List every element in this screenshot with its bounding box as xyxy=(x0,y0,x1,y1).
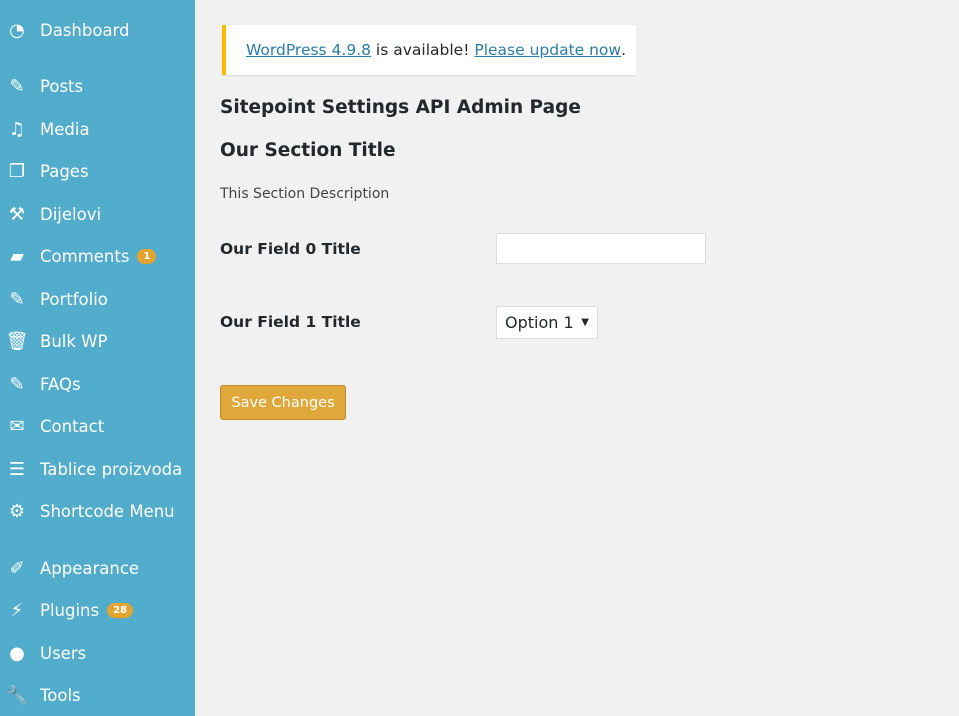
sidebar-item-label: Bulk WP xyxy=(40,331,108,351)
sidebar-item-label: Users xyxy=(40,643,87,663)
hammer-icon: ⚒ xyxy=(8,203,26,225)
admin-sidebar: ◔ Dashboard ✎ Posts ♫ Media ❐ Pages ⚒ Dijelovi ▰ Co… xyxy=(0,0,195,716)
field-1-selected: Option 1 xyxy=(505,313,574,332)
sidebar-item-label: Tablice proizvoda xyxy=(40,459,183,479)
dropdown-arrow-icon: ▼ xyxy=(581,317,589,328)
update-notice: WordPress 4.9.8 is available! Please upd… xyxy=(222,25,636,75)
field-0-input[interactable] xyxy=(496,233,706,264)
field-1-select[interactable]: Option 1 ▼ xyxy=(496,306,598,339)
sidebar-item-posts[interactable]: ✎ Posts xyxy=(0,69,195,103)
sidebar-item-label: Contact xyxy=(40,416,105,436)
brush-icon: ✐ xyxy=(9,557,25,579)
trash-icon: 🗑 xyxy=(5,330,29,352)
sidebar-item-label: Portfolio xyxy=(40,289,108,309)
sidebar-item-label: FAQs xyxy=(40,374,81,394)
sidebar-item-label: Dashboard xyxy=(40,20,130,40)
user-icon: ● xyxy=(9,642,25,664)
pin-icon: ✎ xyxy=(9,288,25,310)
sidebar-item-label: Appearance xyxy=(40,558,140,578)
sidebar-item-label: Comments xyxy=(40,246,130,266)
sidebar-item-pages[interactable]: ❐ Pages xyxy=(0,154,195,188)
pages-icon: ❐ xyxy=(8,160,26,182)
sidebar-item-appearance[interactable]: ✐ Appearance xyxy=(0,551,195,585)
wrench-icon: 🔧 xyxy=(5,684,29,706)
pin-icon: ✎ xyxy=(9,373,25,395)
plugin-icon: ⚡ xyxy=(10,599,24,621)
sidebar-item-comments[interactable]: ▰ Comments 1 xyxy=(0,239,195,273)
sidebar-item-bulk-wp[interactable]: 🗑 Bulk WP xyxy=(0,324,195,358)
sidebar-item-label: Media xyxy=(40,119,90,139)
page-title: Sitepoint Settings API Admin Page xyxy=(220,97,581,118)
wordpress-version-link[interactable]: WordPress 4.9.8 xyxy=(246,41,371,59)
email-icon: ✉ xyxy=(9,415,25,437)
sidebar-item-media[interactable]: ♫ Media xyxy=(0,112,195,146)
sidebar-item-tablice-proizvoda[interactable]: ☰ Tablice proizvoda xyxy=(0,452,195,486)
pin-icon: ✎ xyxy=(9,75,25,97)
section-description: This Section Description xyxy=(220,186,390,202)
sidebar-item-plugins[interactable]: ⚡ Plugins 28 xyxy=(0,593,195,627)
field-1-label: Our Field 1 Title xyxy=(220,313,361,331)
sidebar-item-users[interactable]: ● Users xyxy=(0,636,195,670)
update-now-link[interactable]: Please update now xyxy=(474,41,621,59)
comment-icon: ▰ xyxy=(10,245,24,267)
sidebar-item-label: Shortcode Menu xyxy=(40,501,175,521)
sidebar-item-contact[interactable]: ✉ Contact xyxy=(0,409,195,443)
sidebar-item-portfolio[interactable]: ✎ Portfolio xyxy=(0,282,195,316)
sidebar-item-label: Plugins xyxy=(40,600,100,620)
sidebar-item-label: Posts xyxy=(40,76,84,96)
gear-icon: ⚙ xyxy=(8,500,26,522)
notice-period: . xyxy=(621,41,627,59)
section-title: Our Section Title xyxy=(220,140,396,161)
sidebar-item-label: Tools xyxy=(40,685,81,705)
list-icon: ☰ xyxy=(8,458,26,480)
sidebar-item-label: Dijelovi xyxy=(40,204,102,224)
sidebar-item-shortcode-menu[interactable]: ⚙ Shortcode Menu xyxy=(0,494,195,528)
dashboard-icon: ◔ xyxy=(9,19,25,41)
sidebar-item-dashboard[interactable]: ◔ Dashboard xyxy=(0,13,195,47)
count-badge: 1 xyxy=(137,248,157,264)
save-changes-button[interactable]: Save Changes xyxy=(220,385,346,420)
field-0-label: Our Field 0 Title xyxy=(220,240,361,258)
sidebar-item-tools[interactable]: 🔧 Tools xyxy=(0,678,195,712)
notice-text: is available! xyxy=(371,41,475,59)
sidebar-item-faqs[interactable]: ✎ FAQs xyxy=(0,367,195,401)
sidebar-item-dijelovi[interactable]: ⚒ Dijelovi xyxy=(0,197,195,231)
sidebar-item-label: Pages xyxy=(40,161,89,181)
media-icon: ♫ xyxy=(8,118,26,140)
count-badge: 28 xyxy=(107,602,134,618)
